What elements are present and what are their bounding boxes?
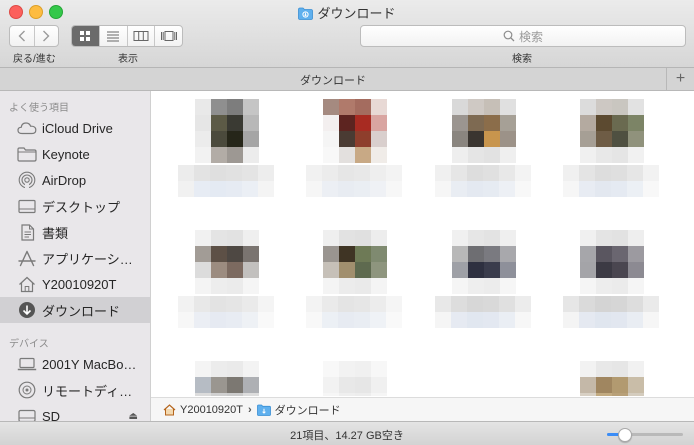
file-label-blurred[interactable]: [563, 165, 659, 197]
sidebar-item-label: Y20010920T: [42, 276, 117, 292]
back-button[interactable]: [10, 26, 34, 46]
downloads-folder-icon: [256, 404, 271, 416]
sidebar-item-label: デスクトップ: [42, 199, 121, 215]
sidebar-item-label: リモートディ…: [42, 383, 133, 399]
file-label-blurred[interactable]: [435, 296, 531, 328]
sidebar-item-icloud-drive[interactable]: iCloud Drive: [0, 115, 150, 141]
downloads-folder-icon: [298, 7, 314, 23]
home-icon: [16, 275, 38, 293]
desktop-icon: [16, 197, 38, 215]
nav-label: 戻る/進む: [13, 54, 56, 65]
cloud-icon: [16, 119, 38, 137]
file-label-blurred[interactable]: [178, 165, 274, 197]
sidebar-item-label: 書類: [42, 225, 69, 241]
chevron-left-icon: [18, 30, 25, 42]
file-thumbnail[interactable]: [580, 361, 644, 396]
tab-title[interactable]: ダウンロード: [0, 72, 666, 88]
sidebar-item-macbook[interactable]: 2001Y MacBo…: [0, 351, 150, 377]
file-label-blurred[interactable]: [178, 296, 274, 328]
sidebar-item-keynote[interactable]: Keynote: [0, 141, 150, 167]
icon-view-button[interactable]: [72, 26, 99, 46]
path-home[interactable]: Y20010920T: [163, 404, 243, 416]
favorites-header: よく使う項目: [9, 103, 69, 114]
window-title: ダウンロード: [0, 3, 694, 23]
search-field[interactable]: 検索: [360, 25, 686, 47]
sidebar-item-label: Keynote: [42, 146, 90, 162]
sidebar-item-label: 2001Y MacBo…: [42, 356, 137, 372]
slider-knob[interactable]: [618, 428, 632, 442]
column-view-button[interactable]: [126, 26, 155, 46]
drive-icon: [16, 407, 38, 421]
columns-icon: [133, 31, 149, 41]
search-placeholder: 検索: [518, 29, 543, 44]
file-label-blurred[interactable]: [563, 296, 659, 328]
gallery-icon: [160, 31, 177, 41]
folder-icon: [16, 145, 38, 163]
tab-bar: ダウンロード +: [0, 68, 694, 91]
sidebar: よく使う項目 iCloud Drive Keynote AirDrop デスクト…: [0, 91, 151, 421]
path-current-label: ダウンロード: [274, 405, 341, 417]
chevron-right-icon: ›: [248, 404, 252, 416]
applications-icon: [16, 249, 38, 267]
sidebar-item-remote-disc[interactable]: リモートディ…: [0, 377, 150, 403]
laptop-icon: [16, 355, 38, 373]
icon-size-slider[interactable]: [607, 428, 683, 442]
sidebar-item-desktop[interactable]: デスクトップ: [0, 193, 150, 219]
file-thumbnail[interactable]: [323, 99, 387, 163]
search-label: 検索: [512, 54, 532, 65]
file-label-blurred[interactable]: [306, 296, 402, 328]
file-grid: [151, 91, 694, 396]
disc-icon: [16, 381, 38, 399]
path-current[interactable]: ダウンロード: [256, 402, 341, 418]
status-text: 21項目、14.27 GB空き: [290, 430, 404, 442]
sidebar-item-label: ダウンロード: [42, 303, 121, 319]
list-icon: [107, 31, 120, 42]
file-thumbnail[interactable]: [452, 99, 516, 163]
list-view-button[interactable]: [98, 26, 127, 46]
file-thumbnail[interactable]: [195, 361, 259, 396]
finder-window: ダウンロード 検索 戻る/進む 表示 検索 ダウンロード + よく使う項目 iC…: [0, 0, 694, 445]
sidebar-item-label: AirDrop: [42, 172, 87, 188]
sidebar-item-documents[interactable]: 書類: [0, 219, 150, 245]
file-thumbnail[interactable]: [323, 230, 387, 294]
sidebar-item-downloads[interactable]: ダウンロード: [0, 297, 150, 323]
file-thumbnail[interactable]: [580, 99, 644, 163]
downloads-icon: [16, 301, 38, 319]
grid-icon: [80, 31, 91, 41]
path-bar: Y20010920T › ダウンロード: [151, 397, 694, 422]
toolbar: ダウンロード 検索 戻る/進む 表示 検索: [0, 0, 694, 68]
file-thumbnail[interactable]: [195, 230, 259, 294]
forward-button[interactable]: [33, 26, 59, 46]
sidebar-item-label: アプリケーシ…: [42, 251, 133, 267]
path-home-label: Y20010920T: [180, 404, 243, 416]
airdrop-icon: [16, 171, 38, 189]
nav-button-group: [9, 25, 59, 47]
file-thumbnail[interactable]: [195, 99, 259, 163]
sidebar-item-home[interactable]: Y20010920T: [0, 271, 150, 297]
new-tab-button[interactable]: +: [666, 68, 694, 90]
eject-icon[interactable]: ⏏: [129, 411, 138, 422]
file-label-blurred[interactable]: [306, 165, 402, 197]
sidebar-item-applications[interactable]: アプリケーシ…: [0, 245, 150, 271]
sidebar-item-label: SD: [42, 408, 61, 422]
sidebar-item-sd[interactable]: SD ⏏: [0, 403, 150, 421]
file-thumbnail[interactable]: [323, 361, 387, 396]
file-thumbnail[interactable]: [580, 230, 644, 294]
window-title-text: ダウンロード: [317, 6, 396, 21]
file-thumbnail[interactable]: [452, 230, 516, 294]
plus-icon: +: [675, 70, 686, 87]
home-icon: [163, 404, 176, 416]
view-mode-segmented-control: [71, 25, 183, 47]
search-icon: [503, 30, 515, 42]
sidebar-item-airdrop[interactable]: AirDrop: [0, 167, 150, 193]
sidebar-item-label: iCloud Drive: [42, 120, 113, 136]
devices-header: デバイス: [9, 339, 49, 350]
view-label: 表示: [118, 54, 138, 65]
gallery-view-button[interactable]: [154, 26, 182, 46]
file-label-blurred[interactable]: [435, 165, 531, 197]
document-icon: [16, 223, 38, 241]
status-bar: 21項目、14.27 GB空き: [0, 421, 694, 445]
chevron-right-icon: [43, 30, 50, 42]
